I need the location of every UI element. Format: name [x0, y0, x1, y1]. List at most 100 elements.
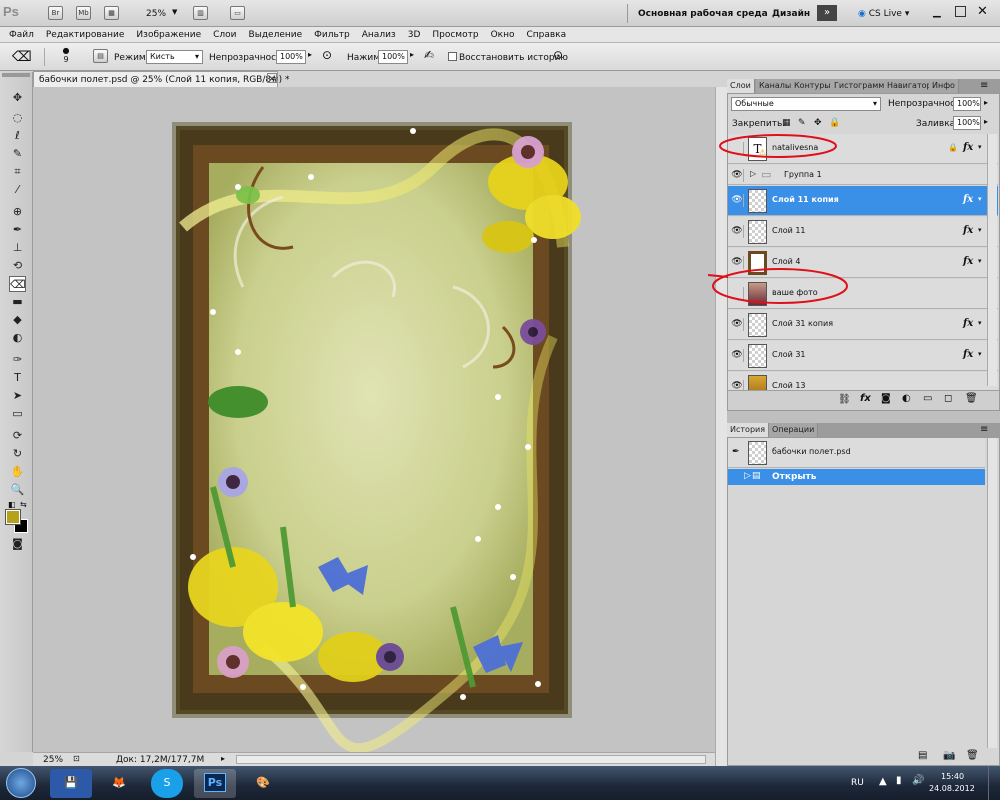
- tab-channels[interactable]: Каналы: [756, 79, 796, 93]
- lasso-tool-icon[interactable]: ℓ: [9, 128, 26, 144]
- menu-help[interactable]: Справка: [520, 30, 572, 40]
- panel-grip[interactable]: [2, 73, 30, 77]
- eyedropper-tool-icon[interactable]: ⁄: [9, 182, 26, 198]
- add-style-icon[interactable]: fx: [860, 393, 871, 404]
- chevron-down-icon[interactable]: ▾: [978, 319, 982, 327]
- menu-select[interactable]: Выделение: [243, 30, 309, 40]
- history-scrollbar[interactable]: [987, 438, 997, 748]
- tab-actions[interactable]: Операции: [769, 423, 819, 437]
- tab-layers[interactable]: Слои: [727, 79, 755, 93]
- show-desktop-button[interactable]: [988, 766, 1000, 800]
- brush-tool-icon[interactable]: ✒: [9, 222, 26, 238]
- chevron-down-icon[interactable]: ▾: [978, 195, 982, 203]
- menu-image[interactable]: Изображение: [130, 30, 207, 40]
- type-tool-icon[interactable]: T: [9, 370, 26, 386]
- network-icon[interactable]: ▮: [896, 775, 902, 786]
- skype-icon[interactable]: S: [151, 769, 183, 798]
- chevron-down-icon[interactable]: ▾: [978, 143, 982, 151]
- default-colors-icon[interactable]: ◧: [8, 500, 16, 509]
- canvas-area[interactable]: [33, 87, 715, 754]
- maximize-icon[interactable]: [955, 6, 966, 17]
- zoom-level[interactable]: 25%: [146, 8, 166, 20]
- start-button[interactable]: [6, 768, 36, 798]
- quick-selection-tool-icon[interactable]: ✎: [9, 146, 26, 162]
- chevron-down-icon[interactable]: ▾: [978, 350, 982, 358]
- fx-icon[interactable]: fx: [963, 256, 973, 267]
- layers-scrollbar[interactable]: [987, 134, 997, 386]
- crop-tool-icon[interactable]: ⌗: [9, 164, 26, 180]
- status-zoom[interactable]: 25%: [43, 754, 63, 766]
- screen-mode-button[interactable]: ▭: [230, 6, 245, 20]
- horizontal-scrollbar[interactable]: [236, 755, 706, 764]
- layer-row[interactable]: 👁 Слой 31 fx ▾: [728, 341, 998, 371]
- link-layers-icon[interactable]: ⛓: [838, 394, 851, 405]
- view-extras-button[interactable]: ▦: [104, 6, 119, 20]
- zoom-preview-icon[interactable]: ⊡: [73, 754, 80, 763]
- dodge-tool-icon[interactable]: ◐: [9, 330, 26, 346]
- tray-expand-icon[interactable]: ▲: [879, 776, 887, 787]
- volume-icon[interactable]: 🔊: [912, 775, 924, 786]
- menu-filter[interactable]: Фильтр: [308, 30, 356, 40]
- adjustment-layer-icon[interactable]: ◐: [902, 393, 911, 404]
- panel-menu-icon[interactable]: ≡: [980, 80, 988, 91]
- menu-layer[interactable]: Слои: [207, 30, 242, 40]
- pen-tool-icon[interactable]: ✑: [9, 352, 26, 368]
- mode-select[interactable]: Кисть ▾: [146, 50, 203, 64]
- workspace-design[interactable]: Дизайн: [772, 8, 810, 20]
- menu-file[interactable]: Файл: [3, 30, 40, 40]
- opacity-field[interactable]: 100%: [276, 50, 306, 64]
- menu-view[interactable]: Просмотр: [426, 30, 484, 40]
- pressure-size-icon[interactable]: ⊙: [553, 48, 563, 62]
- path-selection-tool-icon[interactable]: ➤: [9, 388, 26, 404]
- workspace-active[interactable]: Основная рабочая среда: [638, 8, 768, 20]
- minimize-icon[interactable]: ▁: [933, 7, 941, 18]
- zoom-tool-icon[interactable]: 🔍: [9, 482, 26, 498]
- close-icon[interactable]: ✕: [977, 4, 988, 19]
- 3d-orbit-tool-icon[interactable]: ↻: [9, 446, 26, 462]
- layer-opacity-field[interactable]: 100%: [953, 97, 981, 111]
- fx-icon[interactable]: fx: [963, 318, 973, 329]
- chevron-right-icon[interactable]: ▸: [308, 50, 312, 59]
- trash-icon[interactable]: 🗑: [965, 393, 978, 404]
- airbrush-icon[interactable]: ✍: [424, 48, 434, 62]
- arrange-documents-button[interactable]: ▥: [193, 6, 208, 20]
- eye-icon[interactable]: 👁: [731, 349, 744, 362]
- add-mask-icon[interactable]: ◙: [881, 393, 891, 404]
- clock-time[interactable]: 15:40: [941, 771, 964, 783]
- blur-tool-icon[interactable]: ◆: [9, 312, 26, 328]
- panel-menu-icon[interactable]: ≡: [980, 424, 988, 435]
- cs-live-button[interactable]: ◉ CS Live ▾: [858, 8, 909, 20]
- menu-analysis[interactable]: Анализ: [356, 30, 402, 40]
- close-document-icon[interactable]: ×: [267, 73, 277, 83]
- history-checkbox[interactable]: [448, 52, 457, 61]
- brush-preset-picker[interactable]: ● 9: [60, 46, 72, 64]
- gradient-tool-icon[interactable]: ▬: [9, 294, 26, 310]
- bridge-button[interactable]: Br: [48, 6, 63, 20]
- clock-date[interactable]: 24.08.2012: [929, 783, 975, 795]
- status-menu-icon[interactable]: ▸: [221, 754, 225, 763]
- photoshop-taskbar-icon[interactable]: Ps: [194, 769, 236, 798]
- fx-icon[interactable]: fx: [963, 194, 973, 205]
- history-brush-source-icon[interactable]: ✒: [732, 447, 740, 457]
- new-group-icon[interactable]: ▭: [923, 393, 932, 404]
- chevron-down-icon[interactable]: ▾: [978, 226, 982, 234]
- fx-icon[interactable]: fx: [963, 142, 973, 153]
- healing-brush-tool-icon[interactable]: ⊕: [9, 204, 26, 220]
- menu-3d[interactable]: 3D: [402, 30, 427, 40]
- mini-bridge-button[interactable]: Mb: [76, 6, 91, 20]
- save-icon[interactable]: 💾: [50, 769, 92, 798]
- fx-icon[interactable]: fx: [963, 349, 973, 360]
- new-snapshot-icon[interactable]: 📷: [943, 750, 955, 761]
- chevron-right-icon[interactable]: ▸: [410, 50, 414, 59]
- trash-icon[interactable]: 🗑: [966, 750, 979, 761]
- 3d-rotate-tool-icon[interactable]: ⟳: [9, 428, 26, 444]
- chevron-right-icon[interactable]: ▸: [984, 117, 988, 126]
- move-tool-icon[interactable]: ✥: [9, 90, 26, 106]
- foreground-color-swatch[interactable]: [5, 509, 21, 525]
- clone-stamp-tool-icon[interactable]: ⊥: [9, 240, 26, 256]
- menu-edit[interactable]: Редактирование: [40, 30, 131, 40]
- brush-panel-button[interactable]: ▤: [93, 49, 108, 63]
- eraser-tool-icon[interactable]: ⌫: [9, 276, 26, 292]
- fx-icon[interactable]: fx: [963, 225, 973, 236]
- history-state[interactable]: ▷ ▤ Открыть: [728, 469, 985, 485]
